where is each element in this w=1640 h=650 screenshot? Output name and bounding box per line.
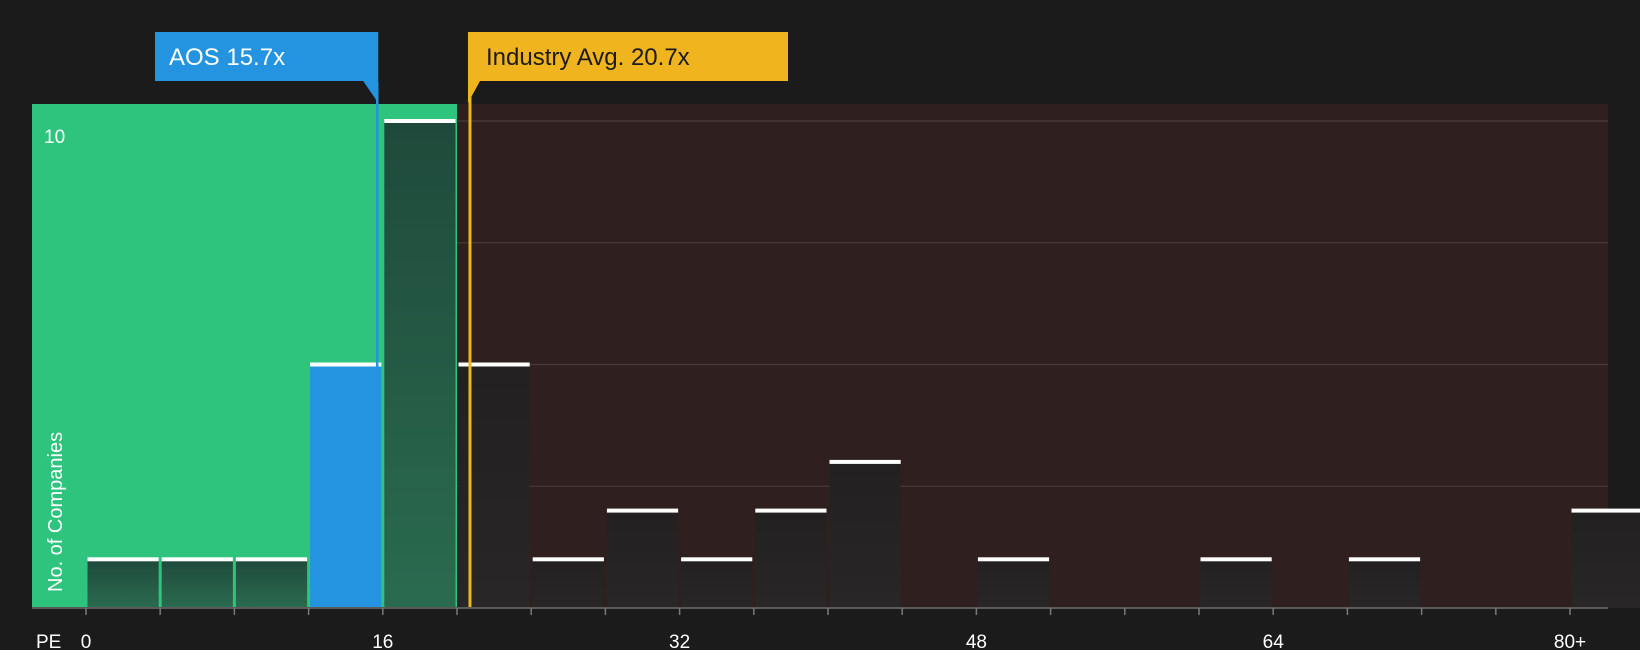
bar-top-cap: [1348, 557, 1421, 562]
histogram-bar: [1571, 510, 1640, 608]
histogram-bar: [161, 559, 233, 608]
bar-top-cap: [1571, 508, 1640, 513]
histogram-bar: [977, 559, 1050, 608]
x-tick-label: 32: [669, 632, 690, 650]
histogram-bar: [532, 559, 604, 608]
histogram-bar: [1200, 559, 1272, 608]
histogram-bar: [310, 364, 382, 608]
x-tick-label: 48: [966, 632, 987, 650]
x-tick-label: 16: [372, 632, 393, 650]
histogram-bar: [829, 461, 901, 608]
y-axis-label: No. of Companies: [45, 432, 67, 592]
y-tick-label: 10: [44, 127, 65, 148]
x-tick-label: 64: [1263, 632, 1285, 650]
bar-top-cap: [235, 557, 308, 562]
subject-callout-label: AOS 15.7x: [169, 44, 285, 71]
x-axis-label: PE: [36, 632, 61, 650]
histogram-bar: [235, 559, 308, 608]
histogram-bar: [1348, 559, 1421, 608]
histogram-bar: [87, 559, 159, 608]
bar-top-cap: [829, 459, 901, 464]
bar-top-cap: [681, 557, 753, 562]
bar-top-cap: [755, 508, 827, 513]
x-tick-label: 0: [81, 632, 92, 650]
pe-distribution-chart: 10 No. of Companies 0 16 32 48 64 80+ PE AOS 15.…: [0, 0, 1640, 650]
chart-svg: 10 No. of Companies 0 16 32 48 64 80+ PE AOS 15.…: [32, 32, 1640, 650]
industry-callout-label: Industry Avg. 20.7x: [486, 44, 690, 71]
bar-top-cap: [977, 557, 1050, 562]
bar-top-cap: [532, 557, 604, 562]
bar-top-cap: [87, 557, 159, 562]
x-tick-label: 80+: [1554, 632, 1586, 650]
bar-top-cap: [1200, 557, 1272, 562]
bar-top-cap: [310, 362, 382, 367]
bar-top-cap: [384, 119, 456, 123]
histogram-bar: [384, 121, 456, 608]
histogram-bar: [681, 559, 753, 608]
histogram-bar: [755, 510, 827, 608]
callouts: AOS 15.7x Industry Avg. 20.7x: [155, 32, 788, 103]
bar-top-cap: [606, 508, 679, 513]
bar-top-cap: [161, 557, 233, 562]
histogram-bar: [606, 510, 679, 608]
